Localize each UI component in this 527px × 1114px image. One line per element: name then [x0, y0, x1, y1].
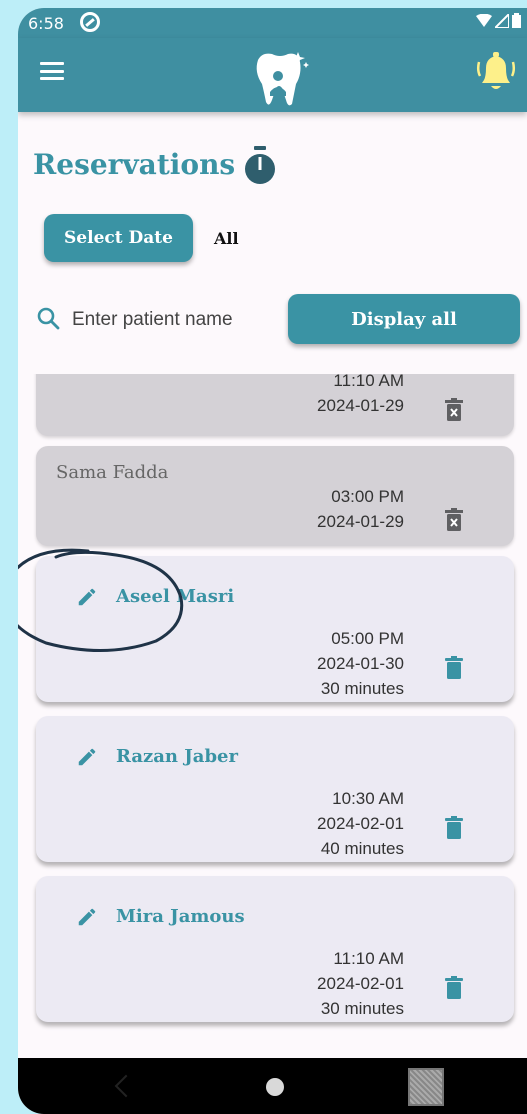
reservation-time: 11:10 AM	[333, 374, 404, 390]
display-all-button[interactable]: Display all	[288, 294, 520, 344]
signal-icon	[495, 13, 509, 28]
reservation-time: 10:30 AM	[332, 789, 404, 808]
app-bar	[18, 38, 527, 112]
trash-icon[interactable]	[444, 398, 464, 422]
home-icon[interactable]	[266, 1078, 284, 1096]
tooth-logo-icon	[256, 52, 309, 106]
reservation-info: 11:10 AM 2024-02-01 30 minutes	[317, 946, 404, 1021]
patient-search-input[interactable]	[70, 304, 294, 336]
wifi-icon	[476, 13, 492, 27]
patient-name: Razan Jaber	[116, 746, 238, 767]
timer-icon	[245, 146, 275, 184]
trash-icon[interactable]	[444, 816, 464, 840]
trash-icon[interactable]	[444, 656, 464, 680]
recent-apps-icon[interactable]	[408, 1068, 444, 1106]
reservation-time: 11:10 AM	[333, 949, 404, 968]
phone-screen: 6:58 Reservations Select Date All Enter …	[18, 8, 527, 1114]
status-icons	[476, 13, 521, 28]
reservation-date: 2024-01-29	[317, 396, 404, 415]
status-bar: 6:58	[18, 8, 527, 38]
date-filter-label: All	[214, 229, 239, 248]
reservation-info: 05:00 PM 2024-01-30 30 minutes	[317, 626, 404, 701]
page-title: Reservations	[33, 148, 236, 181]
reservation-date: 2024-02-01	[317, 814, 404, 833]
hand-drawn-circle-annotation	[18, 548, 184, 653]
bell-icon[interactable]	[476, 50, 516, 94]
dnd-icon	[80, 12, 100, 32]
system-nav-bar	[18, 1058, 527, 1114]
menu-icon[interactable]	[40, 62, 64, 80]
status-time: 6:58	[28, 14, 64, 33]
trash-icon[interactable]	[444, 508, 464, 532]
reservation-date: 2024-01-30	[317, 654, 404, 673]
reservation-info: 03:00 PM 2024-01-29	[317, 484, 404, 534]
edit-icon[interactable]	[76, 746, 98, 768]
trash-icon[interactable]	[444, 976, 464, 1000]
edit-icon[interactable]	[76, 906, 98, 928]
reservation-duration: 30 minutes	[320, 999, 404, 1018]
reservation-duration: 40 minutes	[320, 839, 404, 858]
reservation-card[interactable]: 11:10 AM 2024-01-29	[36, 374, 514, 436]
reservation-time: 05:00 PM	[331, 629, 404, 648]
battery-icon	[512, 13, 521, 28]
reservation-date: 2024-01-29	[317, 512, 404, 531]
reservation-duration: 30 minutes	[320, 679, 404, 698]
search-icon	[37, 307, 60, 330]
reservation-info: 11:10 AM 2024-01-29	[317, 374, 404, 418]
reservation-card[interactable]: Sama Fadda 03:00 PM 2024-01-29	[36, 446, 514, 546]
patient-name: Mira Jamous	[116, 906, 245, 927]
reservation-card[interactable]: Mira Jamous 11:10 AM 2024-02-01 30 minut…	[36, 876, 514, 1022]
back-icon[interactable]	[114, 1074, 138, 1098]
reservation-date: 2024-02-01	[317, 974, 404, 993]
select-date-button[interactable]: Select Date	[44, 214, 193, 262]
reservation-info: 10:30 AM 2024-02-01 40 minutes	[317, 786, 404, 861]
patient-name: Sama Fadda	[56, 462, 169, 483]
reservation-list[interactable]: 11:10 AM 2024-01-29 Sama Fadda 03:00 PM …	[18, 374, 527, 1060]
reservation-time: 03:00 PM	[331, 487, 404, 506]
reservation-card[interactable]: Razan Jaber 10:30 AM 2024-02-01 40 minut…	[36, 716, 514, 862]
